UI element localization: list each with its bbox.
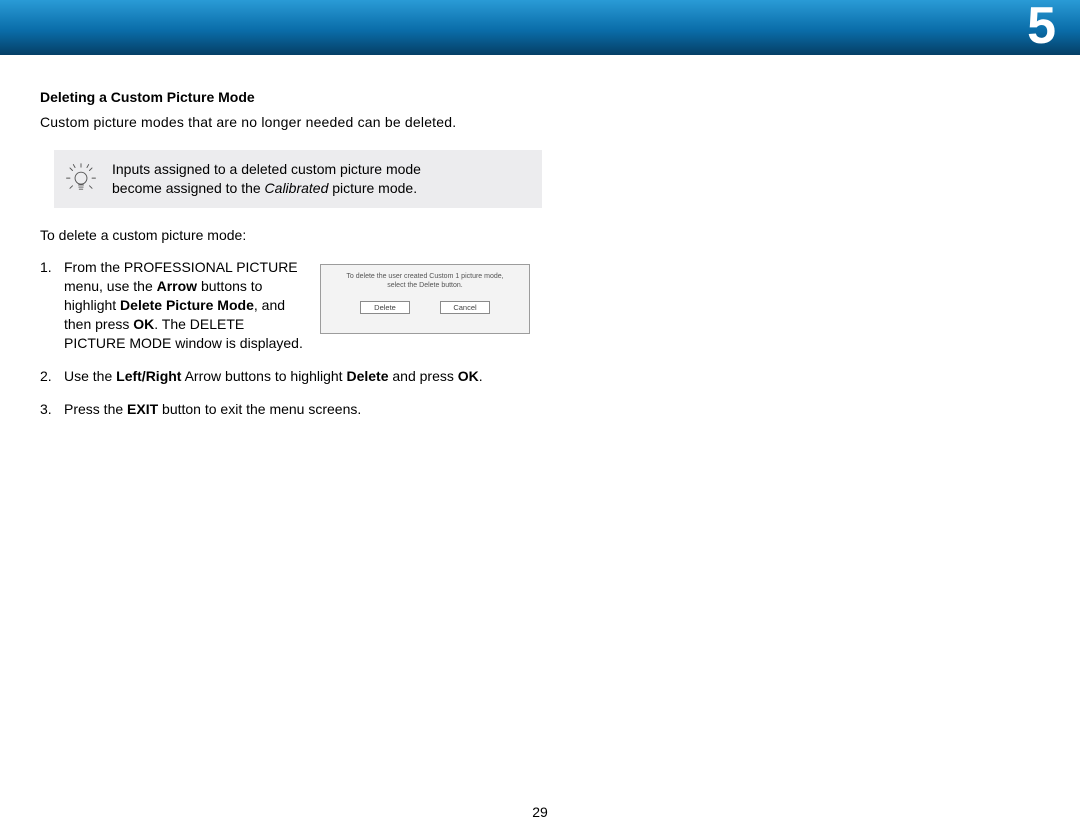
bold: EXIT [127, 401, 158, 417]
text: button to exit the menu screens. [158, 401, 361, 417]
text: To delete the user created Custom 1 pict… [346, 273, 503, 280]
tip-box: Inputs assigned to a deleted custom pict… [54, 150, 542, 208]
dialog-button-row: Delete Cancel [360, 301, 490, 314]
lead-line: To delete a custom picture mode: [40, 226, 570, 245]
delete-picture-mode-dialog: To delete the user created Custom 1 pict… [320, 264, 530, 334]
tip-line2b: picture mode. [328, 180, 417, 196]
text: Use the [64, 368, 116, 384]
section-heading: Deleting a Custom Picture Mode [40, 88, 570, 107]
delete-button[interactable]: Delete [360, 301, 410, 314]
text: and press [389, 368, 458, 384]
page-number: 29 [0, 804, 1080, 820]
tip-line1: Inputs assigned to a deleted custom pict… [112, 161, 421, 177]
bold: Delete Picture Mode [120, 297, 254, 313]
text: select the Delete button. [387, 282, 463, 289]
step-2: Use the Left/Right Arrow buttons to high… [40, 367, 570, 386]
lightbulb-icon [64, 162, 98, 196]
text: Press the [64, 401, 127, 417]
dialog-message: To delete the user created Custom 1 pict… [346, 273, 503, 291]
step-3: Press the EXIT button to exit the menu s… [40, 400, 570, 419]
bold: OK [133, 316, 154, 332]
chapter-number: 5 [1027, 0, 1056, 56]
tip-em: Calibrated [265, 180, 329, 196]
intro-paragraph: Custom picture modes that are no longer … [40, 113, 570, 132]
chapter-header-band: 5 [0, 0, 1080, 55]
bold: Delete [346, 368, 388, 384]
tip-text: Inputs assigned to a deleted custom pict… [112, 160, 421, 198]
content-column: Deleting a Custom Picture Mode Custom pi… [40, 88, 570, 433]
bold: Arrow [157, 278, 197, 294]
tip-line2a: become assigned to the [112, 180, 265, 196]
text: . [479, 368, 483, 384]
bold: Left/Right [116, 368, 181, 384]
text: Arrow buttons to highlight [181, 368, 346, 384]
cancel-button[interactable]: Cancel [440, 301, 490, 314]
bold: OK [458, 368, 479, 384]
